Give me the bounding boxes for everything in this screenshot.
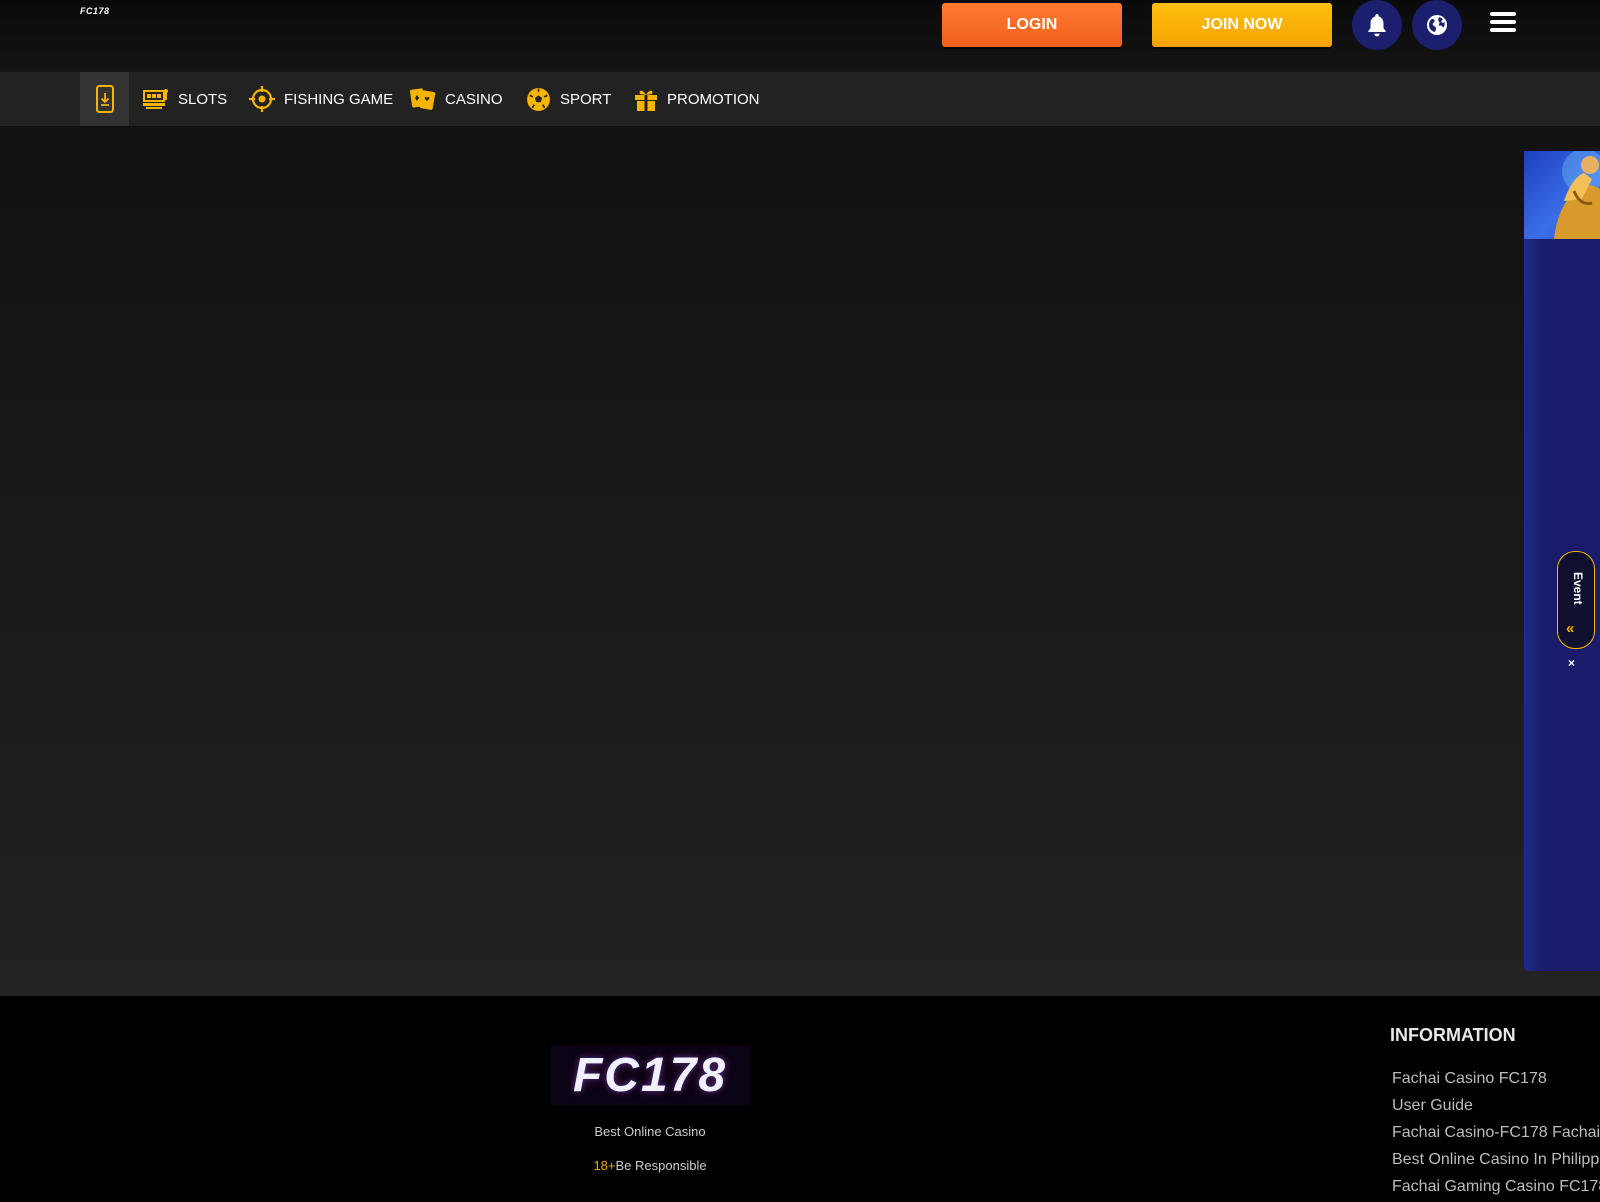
join-now-button[interactable]: JOIN NOW bbox=[1152, 3, 1332, 47]
nav-item-sport[interactable]: SPORT bbox=[526, 72, 611, 126]
language-button[interactable] bbox=[1412, 0, 1462, 50]
phone-download-icon bbox=[95, 85, 114, 113]
responsible-gaming-note: 18+Be Responsible bbox=[550, 1158, 750, 1173]
gift-icon bbox=[635, 90, 657, 111]
app-download-button[interactable] bbox=[80, 72, 129, 126]
info-link[interactable]: Best Online Casino In Philippi bbox=[1392, 1148, 1600, 1175]
information-links: Fachai Casino FC178 User Guide Fachai Ca… bbox=[1392, 1067, 1600, 1202]
info-link[interactable]: Fachai Gaming Casino FC178 bbox=[1392, 1175, 1600, 1202]
login-button[interactable]: LOGIN bbox=[942, 3, 1122, 47]
bell-icon bbox=[1368, 14, 1386, 37]
info-link[interactable]: Fachai Casino-FC178 Fachai C bbox=[1392, 1121, 1600, 1148]
nav-label-casino: CASINO bbox=[445, 90, 503, 108]
event-label: Event bbox=[1571, 572, 1585, 605]
footer-logo: FC178 bbox=[550, 1045, 750, 1105]
nav-item-casino[interactable]: CASINO bbox=[410, 72, 503, 126]
event-close-button[interactable]: × bbox=[1568, 656, 1575, 670]
info-link[interactable]: Fachai Casino FC178 bbox=[1392, 1067, 1600, 1094]
chevron-left-icon: « bbox=[1566, 620, 1575, 637]
top-header: FC178 LOGIN JOIN NOW bbox=[0, 0, 1600, 72]
nav-item-promotion[interactable]: PROMOTION bbox=[634, 72, 760, 126]
nav-label-promotion: PROMOTION bbox=[667, 90, 760, 108]
main-content bbox=[0, 126, 1600, 996]
site-logo[interactable]: FC178 bbox=[80, 6, 110, 16]
globe-icon bbox=[1427, 15, 1447, 35]
footer-tagline: Best Online Casino bbox=[594, 1124, 706, 1139]
nav-label-sport: SPORT bbox=[560, 90, 612, 108]
information-heading: INFORMATION bbox=[1390, 1025, 1516, 1045]
notifications-button[interactable] bbox=[1352, 0, 1402, 50]
nav-item-fishing-game[interactable]: FISHING GAME bbox=[249, 72, 393, 126]
hamburger-menu-icon[interactable] bbox=[1490, 12, 1516, 36]
event-banner-image[interactable] bbox=[1524, 151, 1600, 239]
crosshair-icon bbox=[249, 86, 275, 112]
age-restriction-badge: 18+ bbox=[593, 1158, 616, 1173]
nav-label-fishing-game: FISHING GAME bbox=[284, 90, 394, 108]
nav-label-slots: SLOTS bbox=[178, 90, 228, 108]
slot-machine-icon bbox=[143, 89, 168, 109]
cards-icon bbox=[410, 88, 436, 110]
info-link[interactable]: User Guide bbox=[1392, 1094, 1600, 1121]
site-footer bbox=[0, 996, 1600, 1200]
soccer-ball-icon bbox=[527, 87, 550, 111]
responsible-label: Be Responsible bbox=[615, 1158, 707, 1173]
main-nav: SLOTS FISHING GAME CASINO SPORT PROMOTIO… bbox=[0, 72, 1600, 126]
character-illustration bbox=[1554, 151, 1600, 239]
nav-item-slots[interactable]: SLOTS bbox=[143, 72, 227, 126]
